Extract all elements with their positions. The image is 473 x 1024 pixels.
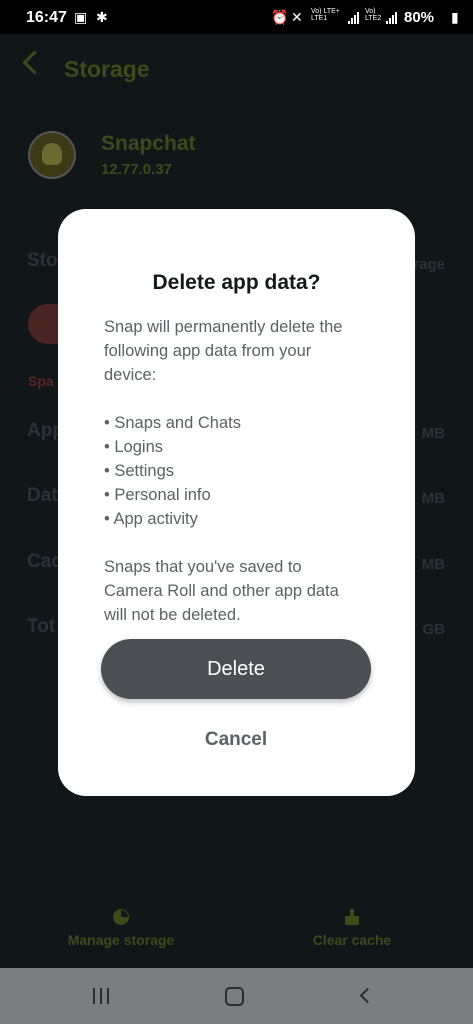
storage-row-label: Sto xyxy=(27,250,58,271)
list-item: Settings xyxy=(104,459,241,483)
signal2-icon xyxy=(386,12,400,24)
app-size-value: MB xyxy=(421,425,445,442)
pie-chart-icon xyxy=(113,909,129,925)
cache-size-value: MB xyxy=(421,556,445,573)
total-size-label: Tot xyxy=(27,616,56,637)
sim2-label: Vo) LTE2 xyxy=(365,8,382,22)
home-icon[interactable] xyxy=(225,987,244,1006)
app-version: 12.77.0.37 xyxy=(101,161,172,178)
total-size-value: GB xyxy=(422,621,446,638)
cancel-button[interactable]: Cancel xyxy=(176,724,296,756)
mute-icon: ✕ xyxy=(291,9,303,25)
battery-level: 80% xyxy=(404,9,435,26)
status-bar: 16:47 ▣ ✱ ⏰ ✕ Vo) LTE+ LTE1 Vo) LTE2 80% ▮ xyxy=(0,0,473,34)
space-used-label: Spa xyxy=(28,373,54,389)
slack-icon: ✱ xyxy=(96,9,108,25)
list-item: Personal info xyxy=(104,483,241,507)
snapchat-icon xyxy=(28,131,76,179)
gallery-icon: ▣ xyxy=(74,9,88,25)
app-name: Snapchat xyxy=(101,132,196,155)
delete-button[interactable]: Delete xyxy=(101,639,371,699)
delete-app-data-dialog: Delete app data? Snap will permanently d… xyxy=(58,209,415,796)
list-item: Snaps and Chats xyxy=(104,411,241,435)
navigation-bar xyxy=(0,968,473,1024)
dialog-footer-note: Snaps that you've saved to Camera Roll a… xyxy=(104,558,339,624)
manage-storage-label: Manage storage xyxy=(67,932,175,948)
list-item: App activity xyxy=(104,507,241,531)
recents-icon[interactable] xyxy=(93,988,111,1004)
back-nav-icon[interactable] xyxy=(359,987,376,1004)
dialog-intro: Snap will permanently delete the followi… xyxy=(104,318,343,384)
signal1-icon xyxy=(348,12,362,24)
broom-icon xyxy=(345,909,359,925)
dialog-title: Delete app data? xyxy=(152,271,321,294)
storage-row-value: rage xyxy=(413,256,445,273)
alarm-icon: ⏰ xyxy=(271,9,289,25)
clear-cache-button[interactable]: Clear cache xyxy=(300,908,404,948)
clear-cache-label: Clear cache xyxy=(312,932,392,948)
page-title: Storage xyxy=(64,56,150,82)
manage-storage-button[interactable]: Manage storage xyxy=(60,908,182,948)
data-size-label: Dat xyxy=(27,485,58,506)
status-time: 16:47 xyxy=(26,9,67,26)
sim1-label: Vo) LTE+ LTE1 xyxy=(311,8,340,22)
data-items-list: Snaps and Chats Logins Settings Personal… xyxy=(104,411,241,531)
list-item: Logins xyxy=(104,435,241,459)
data-size-value: MB xyxy=(421,490,445,507)
cache-size-label: Cac xyxy=(27,551,62,572)
battery-icon: ▮ xyxy=(451,9,459,25)
